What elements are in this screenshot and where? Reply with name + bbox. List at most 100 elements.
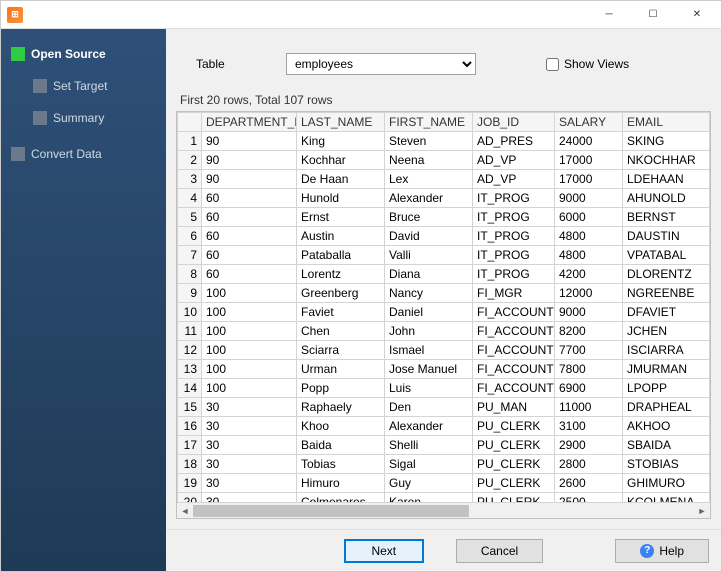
cell[interactable]: AHUNOLD [623,189,710,208]
cancel-button[interactable]: Cancel [456,539,543,563]
cell[interactable]: 4800 [555,246,623,265]
table-row[interactable]: 1930HimuroGuyPU_CLERK2600GHIMURO [178,474,710,493]
cell[interactable]: KCOLMENA [623,493,710,503]
cell[interactable]: 4200 [555,265,623,284]
cell[interactable]: VPATABAL [623,246,710,265]
cell[interactable]: 100 [202,360,297,379]
cell[interactable]: FI_ACCOUNT [473,341,555,360]
cell[interactable]: 60 [202,189,297,208]
cell[interactable]: PU_CLERK [473,436,555,455]
cell[interactable]: GHIMURO [623,474,710,493]
table-row[interactable]: 190KingStevenAD_PRES24000SKING [178,132,710,151]
column-header[interactable]: LAST_NAME [297,113,385,132]
cell[interactable]: 6900 [555,379,623,398]
cell[interactable]: 30 [202,474,297,493]
cell[interactable]: DAUSTIN [623,227,710,246]
cell[interactable]: Ismael [385,341,473,360]
scrollbar-thumb[interactable] [193,505,469,517]
table-row[interactable]: 11100ChenJohnFI_ACCOUNT8200JCHEN [178,322,710,341]
cell[interactable]: FI_ACCOUNT [473,360,555,379]
table-select[interactable]: employees [286,53,476,75]
cell[interactable]: FI_MGR [473,284,555,303]
cell[interactable]: PU_CLERK [473,474,555,493]
cell[interactable]: STOBIAS [623,455,710,474]
cell[interactable]: Luis [385,379,473,398]
cell[interactable]: ISCIARRA [623,341,710,360]
cell[interactable]: De Haan [297,170,385,189]
table-row[interactable]: 1630KhooAlexanderPU_CLERK3100AKHOO [178,417,710,436]
cell[interactable]: IT_PROG [473,208,555,227]
table-row[interactable]: 13100UrmanJose ManuelFI_ACCOUNT7800JMURM… [178,360,710,379]
cell[interactable]: IT_PROG [473,265,555,284]
sidebar-item-set-target[interactable]: Set Target [33,75,166,97]
cell[interactable]: 30 [202,436,297,455]
column-header[interactable]: JOB_ID [473,113,555,132]
cell[interactable]: SKING [623,132,710,151]
cell[interactable]: 6000 [555,208,623,227]
cell[interactable]: 100 [202,303,297,322]
cell[interactable]: 90 [202,151,297,170]
cell[interactable]: 60 [202,208,297,227]
cell[interactable]: John [385,322,473,341]
table-row[interactable]: 390De HaanLexAD_VP17000LDEHAAN [178,170,710,189]
show-views-checkbox[interactable]: Show Views [546,57,629,71]
cell[interactable]: NKOCHHAR [623,151,710,170]
cell[interactable]: LDEHAAN [623,170,710,189]
cell[interactable]: 17000 [555,151,623,170]
table-row[interactable]: 10100FavietDanielFI_ACCOUNT9000DFAVIET [178,303,710,322]
cell[interactable]: 60 [202,227,297,246]
cell[interactable]: 30 [202,493,297,503]
table-row[interactable]: 460HunoldAlexanderIT_PROG9000AHUNOLD [178,189,710,208]
table-row[interactable]: 2030ColmenaresKarenPU_CLERK2500KCOLMENA [178,493,710,503]
cell[interactable]: IT_PROG [473,246,555,265]
cell[interactable]: Colmenares [297,493,385,503]
cell[interactable]: PU_CLERK [473,493,555,503]
cell[interactable]: AD_VP [473,170,555,189]
cell[interactable]: PU_CLERK [473,455,555,474]
cell[interactable]: 2500 [555,493,623,503]
cell[interactable]: 7700 [555,341,623,360]
cell[interactable]: FI_ACCOUNT [473,379,555,398]
cell[interactable]: LPOPP [623,379,710,398]
table-row[interactable]: 9100GreenbergNancyFI_MGR12000NGREENBE [178,284,710,303]
cell[interactable]: SBAIDA [623,436,710,455]
cell[interactable]: King [297,132,385,151]
cell[interactable]: Pataballa [297,246,385,265]
table-row[interactable]: 860LorentzDianaIT_PROG4200DLORENTZ [178,265,710,284]
cell[interactable]: 4800 [555,227,623,246]
minimize-button[interactable]: ─ [587,2,631,28]
cell[interactable]: Lorentz [297,265,385,284]
cell[interactable]: FI_ACCOUNT [473,322,555,341]
cell[interactable]: Bruce [385,208,473,227]
cell[interactable]: Popp [297,379,385,398]
cell[interactable]: Austin [297,227,385,246]
cell[interactable]: 2600 [555,474,623,493]
table-row[interactable]: 560ErnstBruceIT_PROG6000BERNST [178,208,710,227]
cell[interactable]: DFAVIET [623,303,710,322]
cell[interactable]: Alexander [385,189,473,208]
cell[interactable]: Ernst [297,208,385,227]
cell[interactable]: Steven [385,132,473,151]
cell[interactable]: PU_MAN [473,398,555,417]
cell[interactable]: 12000 [555,284,623,303]
show-views-input[interactable] [546,58,559,71]
cell[interactable]: 30 [202,417,297,436]
cell[interactable]: AD_PRES [473,132,555,151]
sidebar-item-open-source[interactable]: Open Source [11,43,166,65]
table-row[interactable]: 290KochharNeenaAD_VP17000NKOCHHAR [178,151,710,170]
cell[interactable]: Valli [385,246,473,265]
cell[interactable]: Den [385,398,473,417]
cell[interactable]: 7800 [555,360,623,379]
column-header[interactable]: DEPARTMENT_ID [202,113,297,132]
cell[interactable]: Tobias [297,455,385,474]
table-row[interactable]: 760PataballaValliIT_PROG4800VPATABAL [178,246,710,265]
cell[interactable]: Jose Manuel [385,360,473,379]
next-button[interactable]: Next [344,539,424,563]
table-row[interactable]: 1530RaphaelyDenPU_MAN11000DRAPHEAL [178,398,710,417]
cell[interactable]: Faviet [297,303,385,322]
cell[interactable]: 24000 [555,132,623,151]
cell[interactable]: Raphaely [297,398,385,417]
cell[interactable]: Daniel [385,303,473,322]
cell[interactable]: Chen [297,322,385,341]
close-button[interactable]: ✕ [675,2,719,28]
